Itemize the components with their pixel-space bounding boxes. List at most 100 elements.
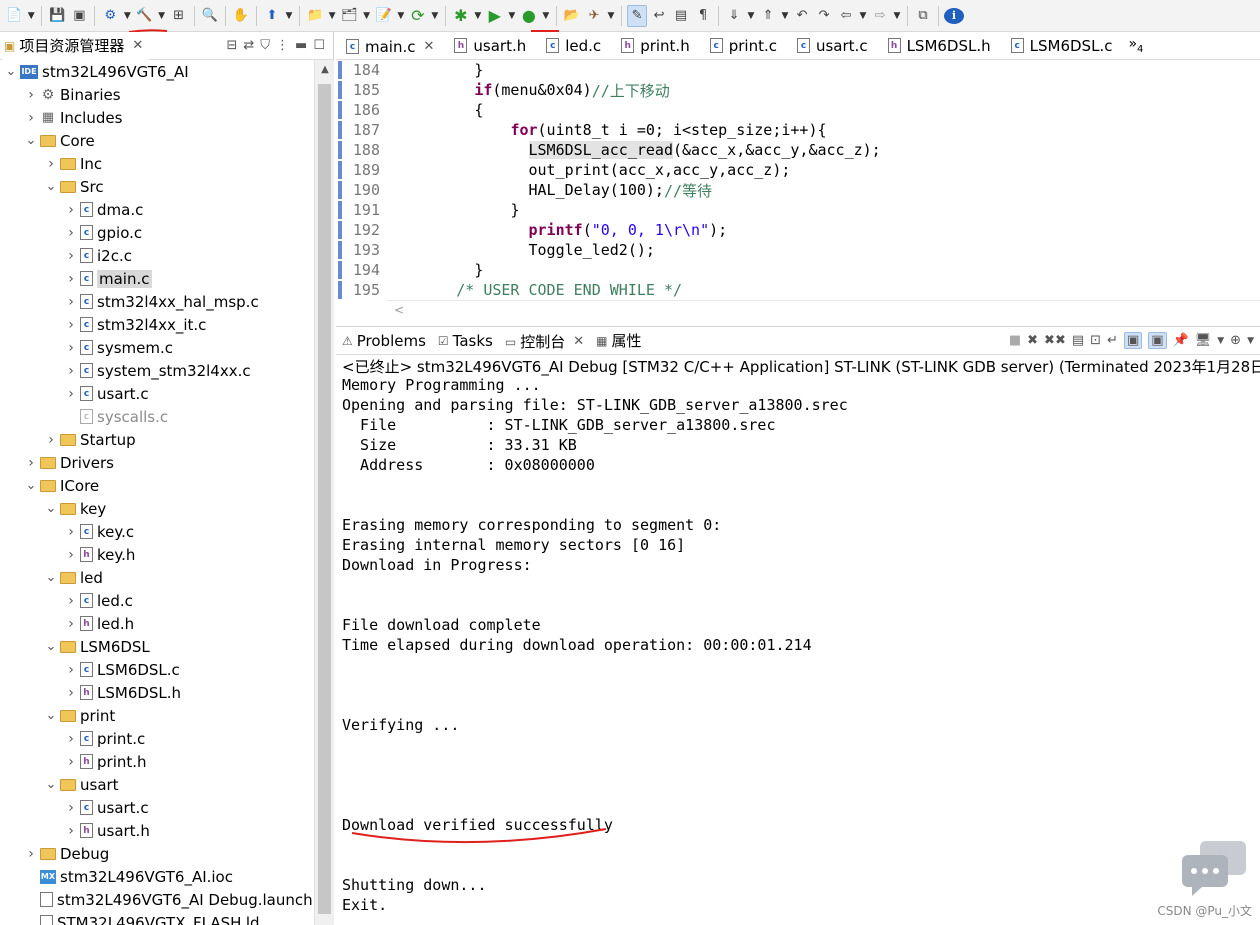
- tree-item[interactable]: › h LSM6DSL.h: [0, 681, 314, 704]
- editor-tab[interactable]: c LSM6DSL.c: [1001, 32, 1123, 60]
- code-line[interactable]: 195 /* USER CODE END WHILE */: [336, 280, 1260, 300]
- chevron-right-icon[interactable]: ›: [64, 225, 78, 241]
- new-class-dropdown[interactable]: ▼: [396, 11, 406, 21]
- tree-item[interactable]: › c LSM6DSL.c: [0, 658, 314, 681]
- more-tabs-button[interactable]: »4: [1122, 36, 1143, 55]
- chevron-right-icon[interactable]: ›: [64, 524, 78, 540]
- editor-tab[interactable]: c main.c ✕: [336, 31, 445, 60]
- chevron-right-icon[interactable]: ›: [24, 846, 38, 862]
- chevron-down-icon[interactable]: ⌄: [44, 777, 58, 792]
- chevron-right-icon[interactable]: ›: [64, 685, 78, 701]
- debug-bug-icon[interactable]: ✱: [451, 5, 471, 27]
- editor-tab[interactable]: c print.c: [700, 32, 787, 60]
- next-annotation-icon[interactable]: ⇓: [724, 5, 744, 27]
- editor-tab[interactable]: c usart.c: [787, 32, 878, 60]
- profile-dropdown[interactable]: ▼: [541, 11, 551, 21]
- pin-console-icon[interactable]: 📌: [1173, 333, 1189, 348]
- prev-annotation-dropdown[interactable]: ▼: [780, 11, 790, 21]
- remove-all-icon[interactable]: ✖✖: [1044, 333, 1066, 348]
- minimize-icon[interactable]: ▬: [295, 38, 307, 53]
- tree-item[interactable]: › Startup: [0, 428, 314, 451]
- code-line[interactable]: 192 printf("0, 0, 1\r\n");: [336, 220, 1260, 240]
- tree-item[interactable]: › h usart.h: [0, 819, 314, 842]
- chevron-right-icon[interactable]: ›: [64, 547, 78, 563]
- search-icon[interactable]: 🔍: [200, 5, 220, 27]
- forward-dropdown[interactable]: ▼: [892, 11, 902, 21]
- tree-item[interactable]: › ▦ Includes: [0, 106, 314, 129]
- run-dropdown[interactable]: ▼: [507, 11, 517, 21]
- chevron-down-icon[interactable]: ⌄: [44, 570, 58, 585]
- code-line[interactable]: 190 HAL_Delay(100);//等待: [336, 180, 1260, 200]
- profile-icon[interactable]: ●: [519, 5, 539, 27]
- chevron-right-icon[interactable]: ›: [44, 432, 58, 448]
- debug-dropdown[interactable]: ▼: [473, 11, 483, 21]
- tree-item[interactable]: stm32L496VGT6_AI Debug.launch: [0, 888, 314, 911]
- chevron-right-icon[interactable]: ›: [24, 455, 38, 471]
- chevron-right-icon[interactable]: ›: [64, 294, 78, 310]
- chevron-right-icon[interactable]: ›: [64, 593, 78, 609]
- rocket-icon[interactable]: ✈: [584, 5, 604, 27]
- close-icon[interactable]: ✕: [132, 38, 143, 53]
- tree-item[interactable]: ⌄ ICore: [0, 474, 314, 497]
- console-tab[interactable]: ▦ 属性: [590, 327, 647, 355]
- tree-item[interactable]: › h led.h: [0, 612, 314, 635]
- back-icon[interactable]: ⇦: [836, 5, 856, 27]
- mark-occurrences-icon[interactable]: ✎: [627, 4, 648, 27]
- tree-item[interactable]: › c usart.c: [0, 382, 314, 405]
- tree-item[interactable]: › c stm32l4xx_hal_msp.c: [0, 290, 314, 313]
- code-line[interactable]: 193 Toggle_led2();: [336, 240, 1260, 260]
- new-folder-icon[interactable]: 🗂: [339, 5, 360, 27]
- tree-item[interactable]: › Debug: [0, 842, 314, 865]
- close-icon[interactable]: ✕: [424, 39, 435, 54]
- chevron-right-icon[interactable]: ›: [64, 823, 78, 839]
- tree-item[interactable]: › c i2c.c: [0, 244, 314, 267]
- display-console-dropdown[interactable]: ▼: [1217, 336, 1224, 346]
- terminate-icon[interactable]: ■: [1009, 333, 1021, 348]
- back-dropdown[interactable]: ▼: [858, 11, 868, 21]
- code-line[interactable]: 194 }: [336, 260, 1260, 280]
- code-area[interactable]: 184 } 185 if (menu&0x04)//上下移动 186 {187 for…: [336, 60, 1260, 300]
- code-line[interactable]: 186 {: [336, 100, 1260, 120]
- save-icon[interactable]: 💾: [47, 5, 67, 27]
- chevron-right-icon[interactable]: ›: [64, 754, 78, 770]
- tree-item[interactable]: › c gpio.c: [0, 221, 314, 244]
- tree-item[interactable]: › Inc: [0, 152, 314, 175]
- tree-item[interactable]: ⌄ usart: [0, 773, 314, 796]
- block-select-icon[interactable]: ▤: [671, 5, 691, 27]
- chevron-down-icon[interactable]: ⌄: [24, 478, 38, 493]
- tree-item[interactable]: ⌄ key: [0, 497, 314, 520]
- tree-item[interactable]: › c key.c: [0, 520, 314, 543]
- open-perspective-icon[interactable]: ⧉: [913, 5, 933, 27]
- new-project-dropdown[interactable]: ▼: [327, 11, 337, 21]
- run-icon[interactable]: ▶: [485, 5, 505, 27]
- chevron-right-icon[interactable]: ›: [64, 363, 78, 379]
- chevron-down-icon[interactable]: ⌄: [24, 133, 38, 148]
- tree-item[interactable]: › c usart.c: [0, 796, 314, 819]
- tree-item[interactable]: › ⚙ Binaries: [0, 83, 314, 106]
- link-editor-icon[interactable]: ⇄: [243, 38, 254, 53]
- explorer-tab[interactable]: ▣ 项目资源管理器 ✕: [2, 31, 150, 60]
- word-wrap-console-icon[interactable]: ↵: [1107, 333, 1118, 348]
- tree-item[interactable]: › h print.h: [0, 750, 314, 773]
- tree-item[interactable]: MX stm32L496VGT6_AI.ioc: [0, 865, 314, 888]
- chevron-right-icon[interactable]: ›: [64, 662, 78, 678]
- chevron-right-icon[interactable]: ›: [64, 271, 78, 287]
- tree-item[interactable]: ⌄ Core: [0, 129, 314, 152]
- binary-icon[interactable]: ⊞: [169, 5, 189, 27]
- chevron-down-icon[interactable]: ⌄: [44, 501, 58, 516]
- open-console-icon[interactable]: ⊕: [1230, 333, 1241, 348]
- tree-item[interactable]: › c main.c: [0, 267, 314, 290]
- open-console-dropdown[interactable]: ▼: [1247, 336, 1254, 346]
- tree-item[interactable]: ⌄ IDE stm32L496VGT6_AI: [0, 60, 314, 83]
- chevron-down-icon[interactable]: ⌄: [44, 708, 58, 723]
- chevron-right-icon[interactable]: ›: [64, 202, 78, 218]
- new-folder-dropdown[interactable]: ▼: [362, 11, 372, 21]
- code-line[interactable]: 187 for (uint8_t i =0; i<step_size;i++){: [336, 120, 1260, 140]
- editor-tab[interactable]: c led.c: [536, 32, 611, 60]
- chevron-down-icon[interactable]: ⌄: [44, 179, 58, 194]
- editor-tab[interactable]: h usart.h: [444, 32, 536, 60]
- forward-icon[interactable]: ⇨: [870, 5, 890, 27]
- tree-item[interactable]: ⌄ led: [0, 566, 314, 589]
- chevron-right-icon[interactable]: ›: [64, 800, 78, 816]
- console-tab[interactable]: ⚠ Problems: [336, 327, 432, 355]
